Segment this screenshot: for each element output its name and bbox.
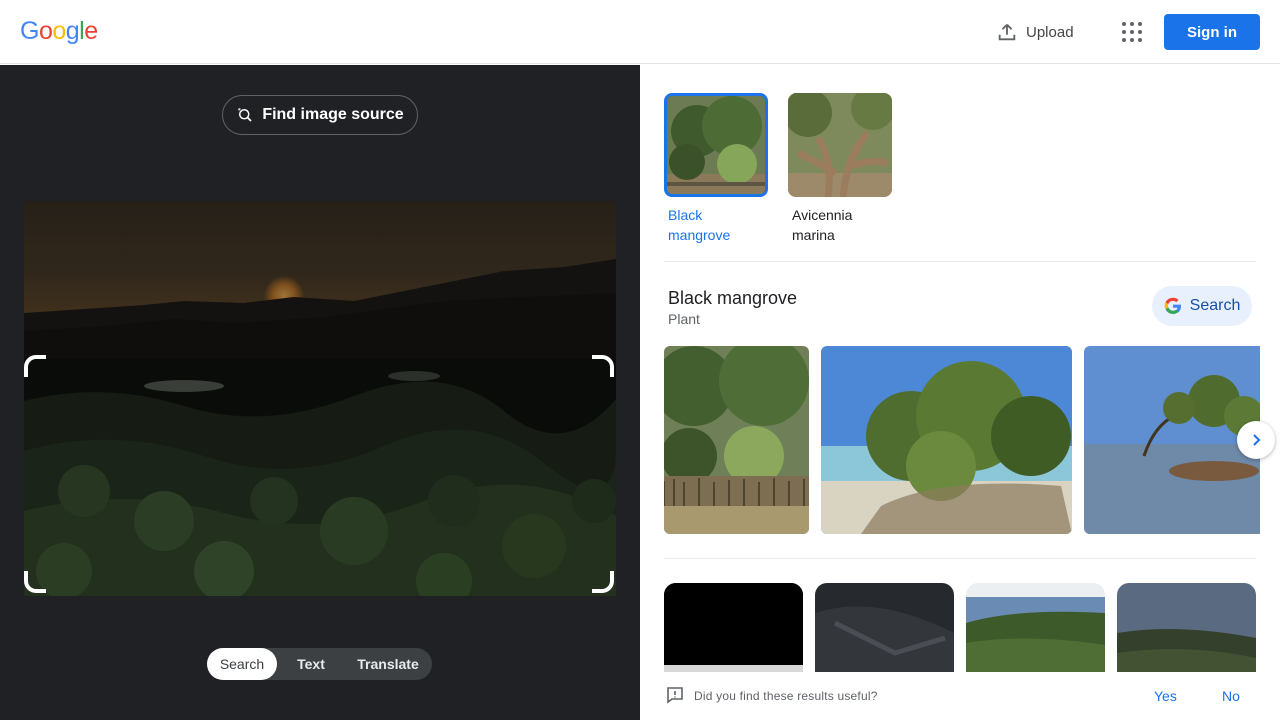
- result-image-graphic: [821, 346, 1072, 534]
- feedback-question: Did you find these results useful?: [694, 689, 878, 703]
- apps-dot: [1138, 22, 1142, 26]
- mode-text-tab[interactable]: Text: [277, 648, 345, 680]
- apps-dot: [1130, 30, 1134, 34]
- chevron-right-icon: [1253, 434, 1261, 446]
- crop-handle-top-right[interactable]: [592, 355, 614, 377]
- crop-handle-bottom-left[interactable]: [24, 571, 46, 593]
- apps-dot: [1130, 22, 1134, 26]
- candidate-thumbnail: [788, 93, 892, 197]
- visual-match-graphic: [664, 583, 803, 673]
- crop-handle-top-left[interactable]: [24, 355, 46, 377]
- uploaded-image[interactable]: [24, 201, 616, 596]
- lens-mode-switcher: Search Text Translate: [207, 648, 432, 680]
- find-image-source-button[interactable]: Find image source: [222, 95, 418, 135]
- feedback-no-button[interactable]: No: [1222, 688, 1240, 704]
- google-logo[interactable]: Google: [20, 17, 98, 46]
- sign-in-button[interactable]: Sign in: [1164, 14, 1260, 50]
- candidate-label-line: Black: [668, 207, 703, 223]
- google-g-icon: [1164, 297, 1181, 314]
- carousel-next-button[interactable]: [1237, 421, 1275, 459]
- upload-icon: [998, 24, 1016, 41]
- feedback-yes-button[interactable]: Yes: [1154, 688, 1177, 704]
- top-bar: Google Upload Sign in: [0, 0, 1280, 64]
- result-subtitle: Plant: [668, 311, 700, 327]
- candidate-thumbnail: [664, 93, 768, 197]
- visual-match-graphic: [815, 583, 954, 673]
- result-image-graphic: [1084, 346, 1260, 534]
- feedback-bar: Did you find these results useful? Yes N…: [640, 672, 1280, 720]
- upload-button[interactable]: Upload: [988, 14, 1082, 50]
- mangrove-thumbnail-graphic: [667, 96, 765, 194]
- search-label: Search: [1189, 297, 1241, 314]
- logo-letter: o: [38, 17, 53, 45]
- avicennia-thumbnail-graphic: [788, 93, 892, 197]
- logo-letter: G: [20, 17, 39, 45]
- find-image-source-label: Find image source: [262, 106, 404, 123]
- visual-match-graphic: [966, 583, 1105, 673]
- mode-search-tab[interactable]: Search: [207, 648, 277, 680]
- upload-label: Upload: [1026, 23, 1074, 41]
- google-search-button[interactable]: Search: [1152, 286, 1252, 326]
- result-title: Black mangrove: [668, 288, 798, 308]
- candidate-label: Black mangrove: [664, 205, 768, 245]
- lens-image-pane: Find image source Search Text Translate: [0, 65, 640, 720]
- apps-dot: [1122, 22, 1126, 26]
- section-divider: [664, 558, 1256, 559]
- logo-letter: o: [52, 17, 66, 45]
- result-image-graphic: [664, 346, 809, 534]
- image-dim-overlay: [24, 201, 616, 359]
- visual-match-image[interactable]: [815, 583, 954, 673]
- results-pane: Black mangrove Avicennia marina Black ma…: [640, 65, 1280, 720]
- apps-dot: [1138, 38, 1142, 42]
- lens-search-icon: [238, 108, 252, 122]
- section-divider: [664, 261, 1256, 262]
- candidate-black-mangrove[interactable]: Black mangrove: [664, 93, 768, 245]
- logo-letter: g: [65, 17, 80, 45]
- candidate-avicennia-marina[interactable]: Avicennia marina: [788, 93, 892, 245]
- visual-match-image[interactable]: [664, 583, 803, 673]
- mode-translate-tab[interactable]: Translate: [345, 648, 431, 680]
- candidate-label-line: mangrove: [668, 227, 731, 243]
- google-apps-button[interactable]: [1118, 18, 1146, 46]
- candidate-label: Avicennia marina: [788, 205, 892, 245]
- apps-dot: [1122, 30, 1126, 34]
- result-image[interactable]: [1084, 346, 1260, 534]
- apps-dot: [1122, 38, 1126, 42]
- apps-dot: [1130, 38, 1134, 42]
- visual-match-image[interactable]: [966, 583, 1105, 673]
- result-image[interactable]: [664, 346, 809, 534]
- candidate-label-line: Avicennia: [792, 207, 853, 223]
- logo-letter: e: [84, 17, 98, 45]
- visual-match-image[interactable]: [1117, 583, 1256, 673]
- result-image[interactable]: [821, 346, 1072, 534]
- visual-match-graphic: [1117, 583, 1256, 673]
- candidate-label-line: marina: [792, 227, 835, 243]
- apps-dot: [1138, 30, 1142, 34]
- feedback-icon: [667, 687, 683, 704]
